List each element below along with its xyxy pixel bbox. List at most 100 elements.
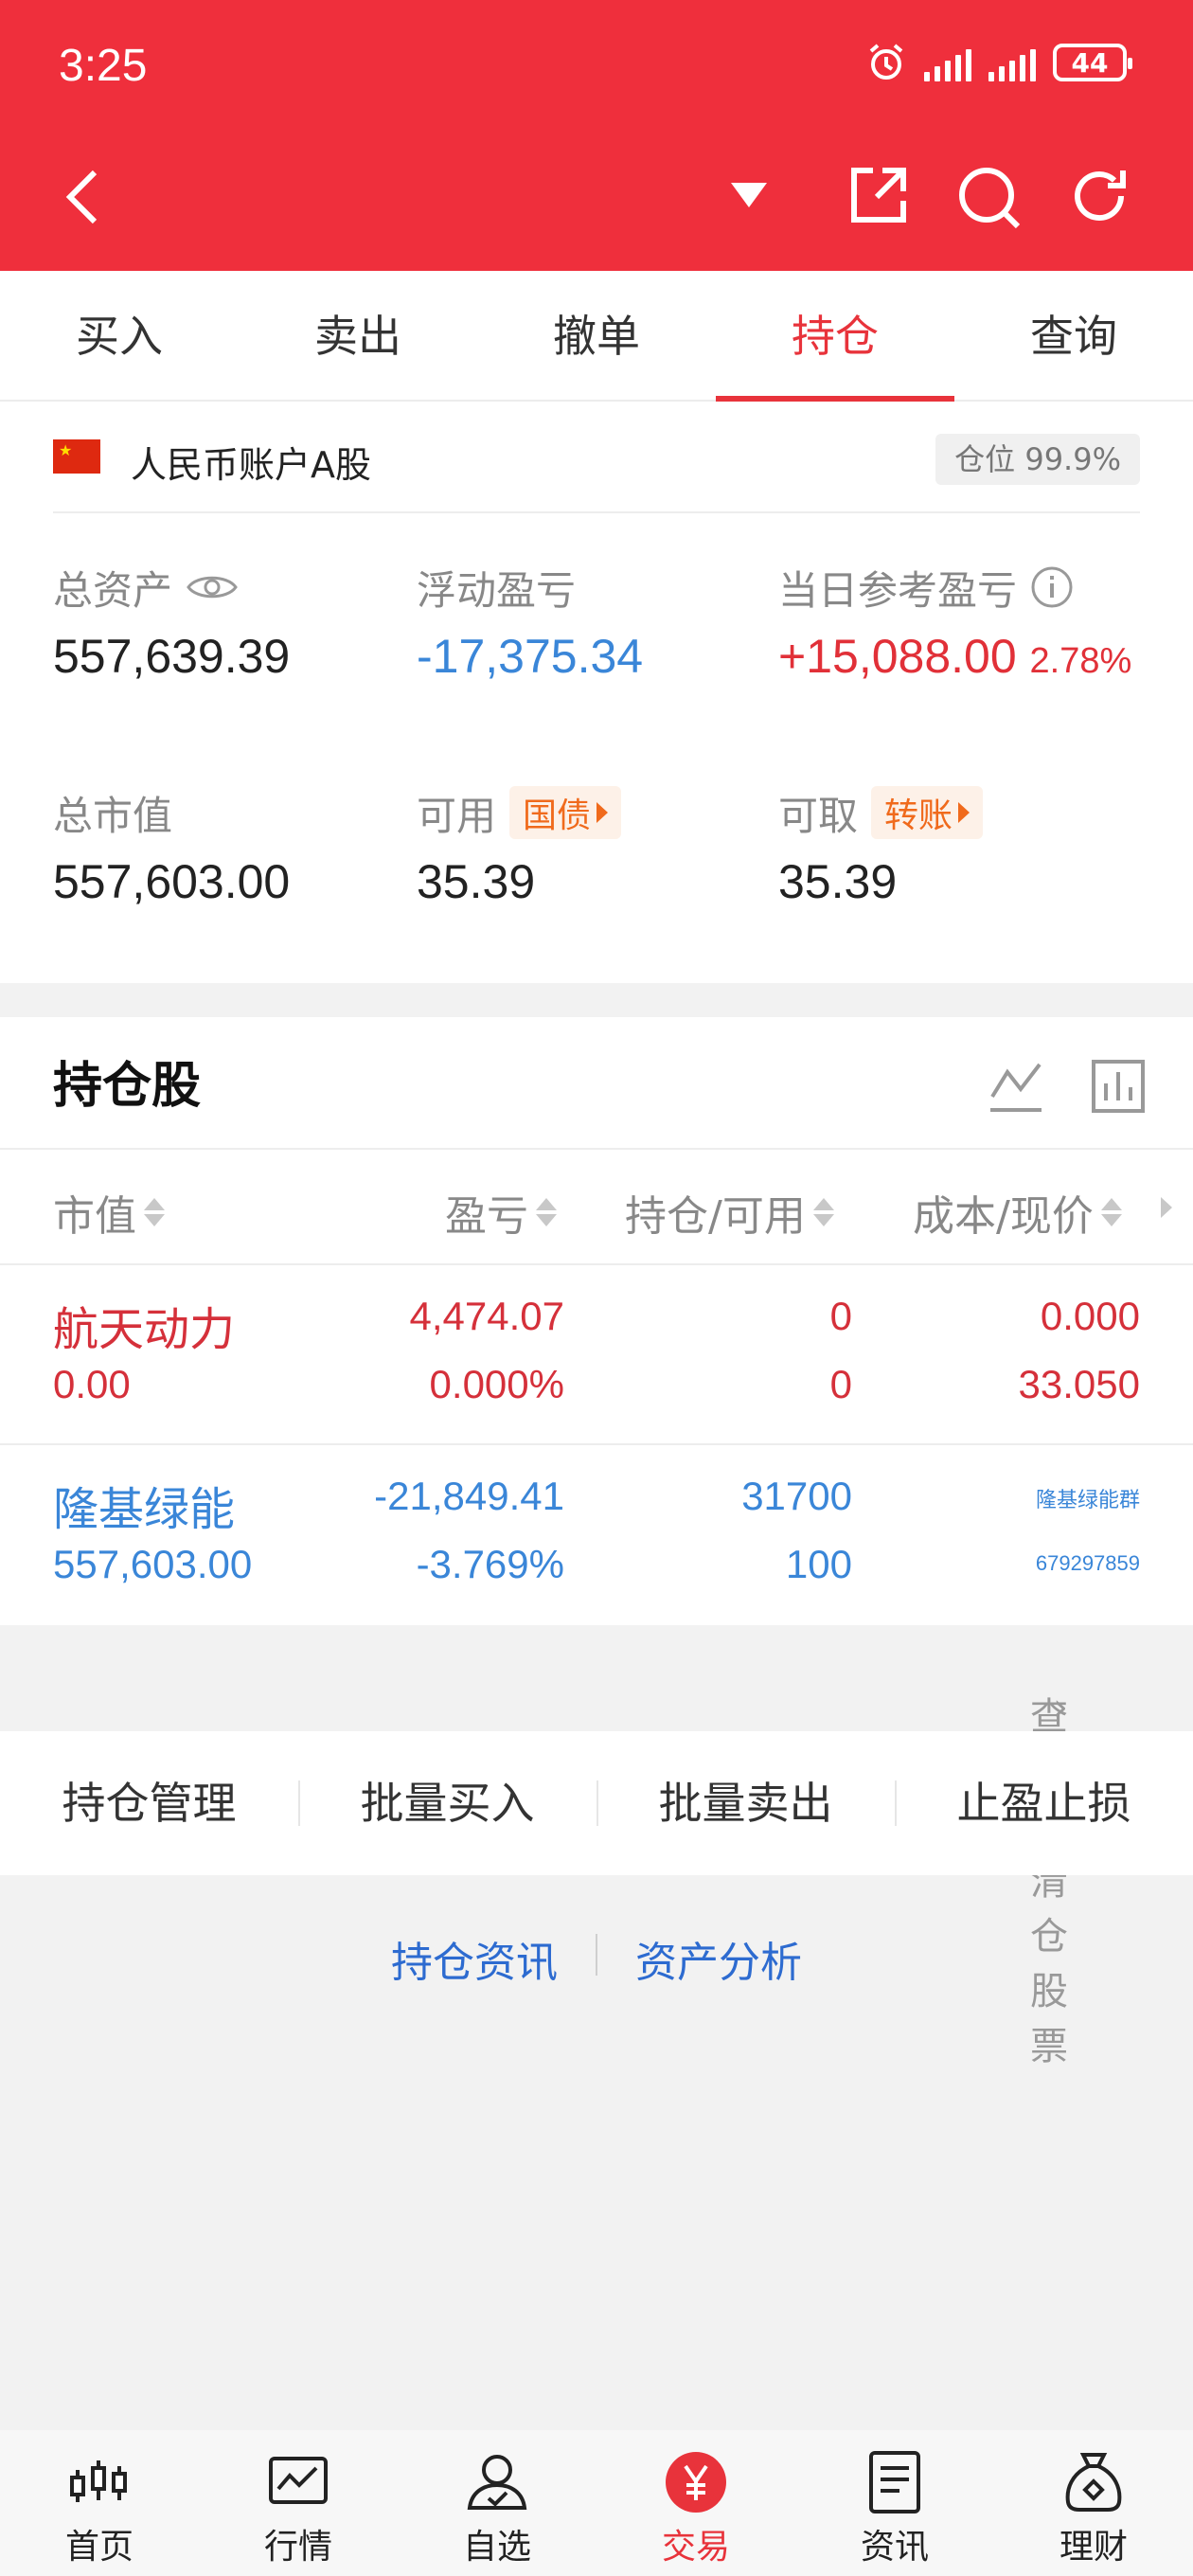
stock-pl: -21,849.41: [374, 1474, 564, 1518]
available-funds: 可用 国债 35.39: [417, 784, 622, 909]
nav-watchlist[interactable]: 自选: [398, 2430, 596, 2576]
holding-news-link[interactable]: 持仓资讯: [353, 1928, 596, 1989]
holding-actions: 持仓管理 批量买入 批量卖出 止盈止损: [0, 1731, 1193, 1875]
sort-icon: [536, 1198, 557, 1226]
nav-news[interactable]: 资讯: [795, 2430, 994, 2576]
alarm-icon: [869, 44, 903, 80]
holdings-section: 持仓股 市值 盈亏 持仓/可用 成本/现价 航天动力 0.00 4,474.07…: [0, 1017, 1193, 1625]
stock-market-value: 0.00: [53, 1362, 131, 1406]
sort-icon: [812, 1198, 834, 1226]
floating-pl-label: 浮动盈亏: [417, 566, 577, 614]
share-icon[interactable]: [848, 165, 909, 225]
stock-cost: 0.000: [1040, 1294, 1140, 1338]
line-chart-icon: [269, 2457, 328, 2504]
tab-cancel[interactable]: 撤单: [477, 271, 716, 400]
caret-right-icon: [596, 802, 609, 823]
holding-management-button[interactable]: 持仓管理: [0, 1731, 298, 1875]
withdrawable-label: 可取: [778, 792, 859, 839]
caret-right-icon: [958, 802, 970, 823]
account-summary: ★ 人民币账户A股 仓位 99.9% 总资产 557,639.39 浮动盈亏 -…: [0, 402, 1193, 983]
nav-trade-label: 交易: [661, 2528, 730, 2567]
col-position[interactable]: 持仓/可用: [625, 1182, 834, 1243]
col-pl[interactable]: 盈亏: [445, 1182, 557, 1243]
tab-holdings[interactable]: 持仓: [716, 271, 954, 402]
chevron-down-icon[interactable]: [731, 183, 767, 207]
nav-home-label: 首页: [64, 2528, 134, 2567]
nav-market-label: 行情: [263, 2528, 332, 2567]
money-bag-icon: [1065, 2453, 1122, 2512]
batch-buy-button[interactable]: 批量买入: [298, 1731, 596, 1875]
status-icons: 44: [865, 42, 1132, 83]
cleared-stocks-link[interactable]: 查看已清仓股票 ›: [0, 1625, 1193, 2068]
asset-analysis-link[interactable]: 资产分析: [597, 1928, 840, 1989]
total-assets-value: 557,639.39: [53, 630, 291, 683]
nav-home[interactable]: 首页: [0, 2430, 199, 2576]
line-chart-icon[interactable]: [988, 1059, 1043, 1114]
account-name: 人民币账户A股: [131, 444, 371, 486]
status-time: 3:25: [59, 41, 148, 91]
yen-icon: [666, 2452, 726, 2513]
col-cost-price[interactable]: 成本/现价: [913, 1182, 1122, 1243]
stock-pl: 4,474.07: [409, 1294, 565, 1338]
signal-icon: [988, 44, 1036, 81]
market-value: 总市值 557,603.00: [53, 784, 290, 909]
nav-watchlist-label: 自选: [462, 2528, 531, 2567]
info-links: 持仓资讯 资产分析: [0, 1928, 1193, 1989]
nav-trade[interactable]: 交易: [596, 2430, 795, 2576]
stock-cost: 隆基绿能群: [1035, 1488, 1140, 1512]
col-market-value[interactable]: 市值: [53, 1182, 165, 1243]
search-icon[interactable]: [956, 165, 1023, 231]
stock-position: 31700: [741, 1474, 852, 1518]
daily-pl: 当日参考盈亏 +15,088.00 2.78%: [778, 559, 1131, 684]
back-icon[interactable]: [62, 169, 100, 225]
battery-icon: 44: [1053, 44, 1132, 81]
treasury-bond-label: 国债: [523, 796, 592, 835]
signal-icon: [924, 44, 971, 81]
table-row[interactable]: 隆基绿能 557,603.00 -21,849.41 -3.769% 31700…: [0, 1445, 1193, 1625]
total-assets-label: 总资产: [53, 566, 173, 614]
stock-market-value: 557,603.00: [53, 1542, 253, 1586]
holdings-title: 持仓股: [53, 1058, 202, 1115]
account-row[interactable]: ★ 人民币账户A股 仓位 99.9%: [53, 402, 1140, 513]
floating-pl-value: -17,375.34: [417, 630, 644, 683]
daily-pl-pct: 2.78%: [1029, 641, 1132, 681]
stock-pl-pct: 0.000%: [429, 1362, 564, 1406]
bottom-nav: 首页 行情 自选 交易 资讯 理财: [0, 2430, 1193, 2576]
batch-sell-button[interactable]: 批量卖出: [596, 1731, 895, 1875]
stop-profit-loss-button[interactable]: 止盈止损: [895, 1731, 1193, 1875]
candlestick-icon: [70, 2460, 127, 2502]
document-icon: [869, 2451, 920, 2513]
user-check-icon: [467, 2455, 527, 2510]
withdrawable-value: 35.39: [778, 855, 898, 908]
stock-available: 0: [829, 1362, 852, 1406]
sort-icon: [144, 1198, 165, 1226]
nav-wealth[interactable]: 理财: [994, 2430, 1193, 2576]
tab-query[interactable]: 查询: [954, 271, 1193, 400]
tab-sell[interactable]: 卖出: [239, 271, 477, 400]
scroll-right-icon[interactable]: [1161, 1197, 1172, 1218]
market-value-label: 总市值: [53, 792, 173, 839]
available-value: 35.39: [417, 855, 536, 908]
stock-pl-pct: -3.769%: [416, 1542, 564, 1586]
transfer-tag[interactable]: 转账: [871, 786, 984, 839]
bar-chart-icon[interactable]: [1091, 1059, 1146, 1114]
daily-pl-label: 当日参考盈亏: [778, 566, 1018, 614]
stock-price: 33.050: [1018, 1362, 1140, 1406]
tab-buy[interactable]: 买入: [0, 271, 239, 400]
eye-icon[interactable]: [186, 570, 239, 604]
sort-icon: [1100, 1198, 1122, 1226]
available-label: 可用: [417, 792, 497, 839]
stock-position: 0: [829, 1294, 852, 1338]
market-value-value: 557,603.00: [53, 855, 291, 908]
total-assets: 总资产 557,639.39: [53, 559, 290, 684]
table-row[interactable]: 航天动力 0.00 4,474.07 0.000% 0 0 0.000 33.0…: [0, 1265, 1193, 1445]
chevron-right-icon: ›: [1053, 1686, 1068, 1729]
nav-market[interactable]: 行情: [199, 2430, 398, 2576]
stock-name: 隆基绿能: [53, 1483, 236, 1536]
trade-tabs: 买入 卖出 撤单 持仓 查询: [0, 271, 1193, 402]
stock-available: 100: [785, 1542, 852, 1586]
refresh-icon[interactable]: [1068, 165, 1131, 227]
treasury-bond-tag[interactable]: 国债: [509, 786, 622, 839]
info-icon[interactable]: [1030, 565, 1074, 609]
holdings-table-header: 市值 盈亏 持仓/可用 成本/现价: [0, 1148, 1193, 1265]
